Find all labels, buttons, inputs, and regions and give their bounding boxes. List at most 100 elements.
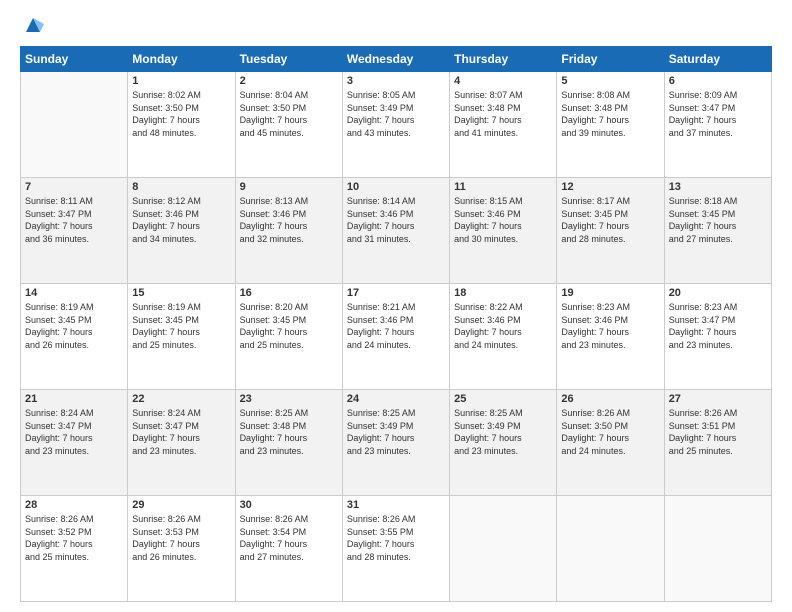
calendar-cell [664, 496, 771, 602]
day-number: 27 [669, 393, 767, 405]
cell-info: Sunrise: 8:26 AM Sunset: 3:55 PM Dayligh… [347, 513, 445, 563]
calendar-cell: 17 Sunrise: 8:21 AM Sunset: 3:46 PM Dayli… [342, 284, 449, 390]
cell-info: Sunrise: 8:13 AM Sunset: 3:46 PM Dayligh… [240, 195, 338, 245]
day-number: 18 [454, 287, 552, 299]
day-number: 4 [454, 75, 552, 87]
day-number: 14 [25, 287, 123, 299]
weekday-friday: Friday [557, 47, 664, 72]
day-number: 10 [347, 181, 445, 193]
calendar-cell: 19Sunrise: 8:23 AM Sunset: 3:46 PM Dayli… [557, 284, 664, 390]
day-number: 29 [132, 499, 230, 511]
calendar-cell [557, 496, 664, 602]
calendar-cell: 12 Sunrise: 8:17 AM Sunset: 3:45 PM Dayli… [557, 178, 664, 284]
day-number: 23 [240, 393, 338, 405]
day-number: 12 [561, 181, 659, 193]
week-row-1: 7 Sunrise: 8:11 AM Sunset: 3:47 PM Daylig… [21, 178, 772, 284]
calendar-cell [450, 496, 557, 602]
calendar-cell: 9 Sunrise: 8:13 AM Sunset: 3:46 PM Daylig… [235, 178, 342, 284]
day-number: 25 [454, 393, 552, 405]
day-number: 13 [669, 181, 767, 193]
calendar-cell: 14Sunrise: 8:19 AM Sunset: 3:45 PM Dayli… [21, 284, 128, 390]
cell-info: Sunrise: 8:19 AM Sunset: 3:45 PM Dayligh… [132, 301, 230, 351]
calendar-cell: 23 Sunrise: 8:25 AM Sunset: 3:48 PM Dayli… [235, 390, 342, 496]
day-number: 9 [240, 181, 338, 193]
day-number: 3 [347, 75, 445, 87]
calendar-cell: 18Sunrise: 8:22 AM Sunset: 3:46 PM Dayli… [450, 284, 557, 390]
calendar-table: SundayMondayTuesdayWednesdayThursdayFrid… [20, 46, 772, 602]
weekday-thursday: Thursday [450, 47, 557, 72]
cell-info: Sunrise: 8:25 AM Sunset: 3:49 PM Dayligh… [454, 407, 552, 457]
logo-icon [22, 14, 44, 36]
cell-info: Sunrise: 8:26 AM Sunset: 3:51 PM Dayligh… [669, 407, 767, 457]
weekday-sunday: Sunday [21, 47, 128, 72]
cell-info: Sunrise: 8:09 AM Sunset: 3:47 PM Dayligh… [669, 89, 767, 139]
day-number: 31 [347, 499, 445, 511]
calendar-cell: 10 Sunrise: 8:14 AM Sunset: 3:46 PM Dayli… [342, 178, 449, 284]
calendar-cell: 11Sunrise: 8:15 AM Sunset: 3:46 PM Dayli… [450, 178, 557, 284]
day-number: 24 [347, 393, 445, 405]
cell-info: Sunrise: 8:18 AM Sunset: 3:45 PM Dayligh… [669, 195, 767, 245]
day-number: 7 [25, 181, 123, 193]
cell-info: Sunrise: 8:21 AM Sunset: 3:46 PM Dayligh… [347, 301, 445, 351]
weekday-saturday: Saturday [664, 47, 771, 72]
calendar-cell: 28 Sunrise: 8:26 AM Sunset: 3:52 PM Dayli… [21, 496, 128, 602]
day-number: 21 [25, 393, 123, 405]
week-row-3: 21Sunrise: 8:24 AM Sunset: 3:47 PM Dayli… [21, 390, 772, 496]
calendar-cell: 20 Sunrise: 8:23 AM Sunset: 3:47 PM Dayli… [664, 284, 771, 390]
week-row-0: 1 Sunrise: 8:02 AM Sunset: 3:50 PM Daylig… [21, 72, 772, 178]
logo [20, 18, 44, 36]
calendar-cell: 6 Sunrise: 8:09 AM Sunset: 3:47 PM Daylig… [664, 72, 771, 178]
cell-info: Sunrise: 8:25 AM Sunset: 3:48 PM Dayligh… [240, 407, 338, 457]
calendar-cell: 27 Sunrise: 8:26 AM Sunset: 3:51 PM Dayli… [664, 390, 771, 496]
cell-info: Sunrise: 8:11 AM Sunset: 3:47 PM Dayligh… [25, 195, 123, 245]
day-number: 1 [132, 75, 230, 87]
day-number: 26 [561, 393, 659, 405]
calendar-cell: 29Sunrise: 8:26 AM Sunset: 3:53 PM Dayli… [128, 496, 235, 602]
cell-info: Sunrise: 8:26 AM Sunset: 3:54 PM Dayligh… [240, 513, 338, 563]
cell-info: Sunrise: 8:04 AM Sunset: 3:50 PM Dayligh… [240, 89, 338, 139]
day-number: 16 [240, 287, 338, 299]
cell-info: Sunrise: 8:26 AM Sunset: 3:50 PM Dayligh… [561, 407, 659, 457]
calendar-cell: 30 Sunrise: 8:26 AM Sunset: 3:54 PM Dayli… [235, 496, 342, 602]
cell-info: Sunrise: 8:07 AM Sunset: 3:48 PM Dayligh… [454, 89, 552, 139]
calendar-cell: 5Sunrise: 8:08 AM Sunset: 3:48 PM Daylig… [557, 72, 664, 178]
day-number: 6 [669, 75, 767, 87]
cell-info: Sunrise: 8:20 AM Sunset: 3:45 PM Dayligh… [240, 301, 338, 351]
day-number: 11 [454, 181, 552, 193]
cell-info: Sunrise: 8:26 AM Sunset: 3:52 PM Dayligh… [25, 513, 123, 563]
calendar-cell: 24 Sunrise: 8:25 AM Sunset: 3:49 PM Dayli… [342, 390, 449, 496]
week-row-2: 14 Sunrise: 8:19 AM Sunset: 3:45 PM Dayli… [21, 284, 772, 390]
weekday-monday: Monday [128, 47, 235, 72]
calendar-cell: 4 Sunrise: 8:07 AM Sunset: 3:48 PM Daylig… [450, 72, 557, 178]
calendar-cell: 21Sunrise: 8:24 AM Sunset: 3:47 PM Dayli… [21, 390, 128, 496]
cell-info: Sunrise: 8:25 AM Sunset: 3:49 PM Dayligh… [347, 407, 445, 457]
day-number: 15 [132, 287, 230, 299]
calendar-cell: 22Sunrise: 8:24 AM Sunset: 3:47 PM Dayli… [128, 390, 235, 496]
cell-info: Sunrise: 8:05 AM Sunset: 3:49 PM Dayligh… [347, 89, 445, 139]
day-number: 17 [347, 287, 445, 299]
cell-info: Sunrise: 8:02 AM Sunset: 3:50 PM Dayligh… [132, 89, 230, 139]
cell-info: Sunrise: 8:17 AM Sunset: 3:45 PM Dayligh… [561, 195, 659, 245]
day-number: 2 [240, 75, 338, 87]
calendar-cell: 2 Sunrise: 8:04 AM Sunset: 3:50 PM Daylig… [235, 72, 342, 178]
calendar-cell: 8 Sunrise: 8:12 AM Sunset: 3:46 PM Daylig… [128, 178, 235, 284]
weekday-header-row: SundayMondayTuesdayWednesdayThursdayFrid… [21, 47, 772, 72]
day-number: 28 [25, 499, 123, 511]
cell-info: Sunrise: 8:23 AM Sunset: 3:47 PM Dayligh… [669, 301, 767, 351]
week-row-4: 28 Sunrise: 8:26 AM Sunset: 3:52 PM Dayli… [21, 496, 772, 602]
day-number: 30 [240, 499, 338, 511]
cell-info: Sunrise: 8:12 AM Sunset: 3:46 PM Dayligh… [132, 195, 230, 245]
calendar-cell [21, 72, 128, 178]
weekday-wednesday: Wednesday [342, 47, 449, 72]
day-number: 22 [132, 393, 230, 405]
calendar-cell: 7 Sunrise: 8:11 AM Sunset: 3:47 PM Daylig… [21, 178, 128, 284]
page: SundayMondayTuesdayWednesdayThursdayFrid… [0, 0, 792, 612]
cell-info: Sunrise: 8:08 AM Sunset: 3:48 PM Dayligh… [561, 89, 659, 139]
day-number: 8 [132, 181, 230, 193]
calendar-cell: 16 Sunrise: 8:20 AM Sunset: 3:45 PM Dayli… [235, 284, 342, 390]
cell-info: Sunrise: 8:14 AM Sunset: 3:46 PM Dayligh… [347, 195, 445, 245]
calendar-cell: 15 Sunrise: 8:19 AM Sunset: 3:45 PM Dayli… [128, 284, 235, 390]
calendar-cell: 1 Sunrise: 8:02 AM Sunset: 3:50 PM Daylig… [128, 72, 235, 178]
calendar-cell: 13 Sunrise: 8:18 AM Sunset: 3:45 PM Dayli… [664, 178, 771, 284]
day-number: 20 [669, 287, 767, 299]
